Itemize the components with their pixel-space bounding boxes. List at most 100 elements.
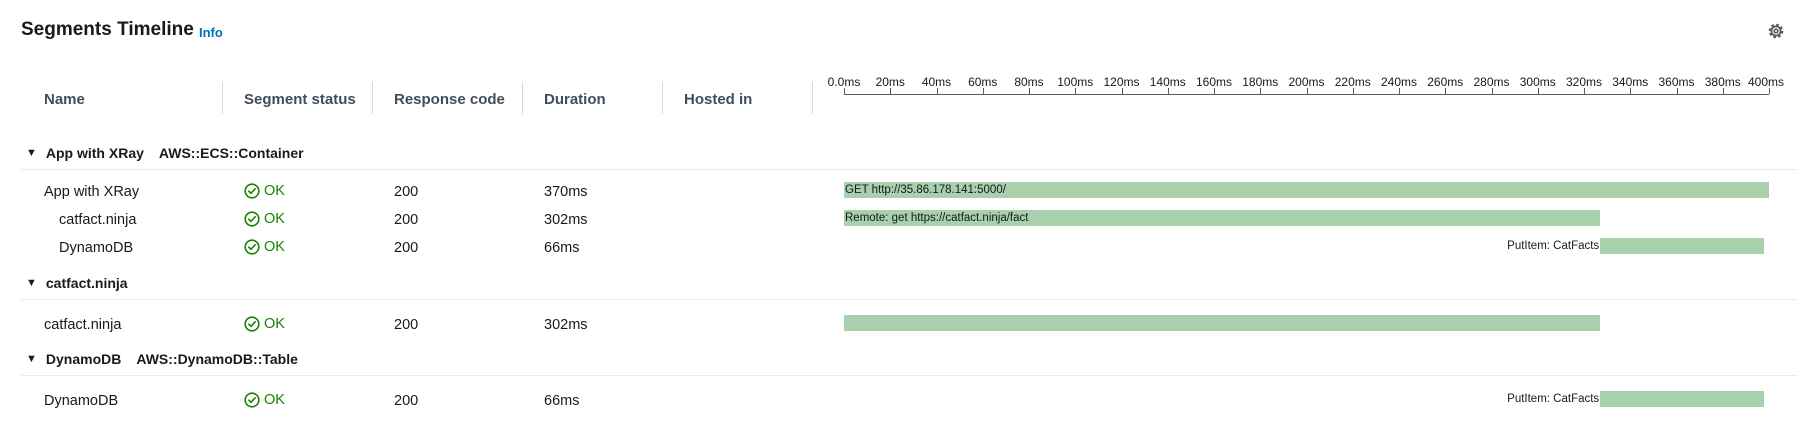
group-name: App with XRay (45, 145, 144, 161)
axis-tick-label: 260ms (1427, 75, 1464, 89)
axis-tick-mark (1676, 88, 1678, 94)
axis-tick-mark (982, 88, 984, 94)
segment-duration: 302ms (544, 212, 588, 228)
axis-tick-label: 240ms (1380, 75, 1418, 89)
ok-status-icon (244, 316, 260, 332)
axis-tick-mark (1121, 88, 1123, 94)
axis-tick-mark (1445, 88, 1447, 94)
info-link[interactable]: Info (199, 25, 223, 40)
axis-tick-mark (844, 88, 845, 94)
segment-status: OK (244, 183, 285, 199)
segment-name[interactable]: catfact.ninja (59, 212, 136, 228)
axis-line (844, 94, 1769, 95)
column-separator (522, 82, 523, 114)
segment-duration: 370ms (544, 184, 588, 200)
caret-down-icon[interactable]: ▼ (26, 147, 37, 159)
axis-tick-label: 300ms (1519, 75, 1556, 89)
axis-tick-mark (1260, 88, 1262, 94)
axis-tick-mark (1167, 88, 1169, 94)
axis-tick-mark (1306, 88, 1308, 94)
segment-status: OK (244, 239, 285, 255)
timeline-bar[interactable] (1600, 391, 1765, 407)
segment-name[interactable]: App with XRay (44, 184, 139, 200)
axis-tick-label: 120ms (1103, 75, 1140, 89)
ok-status-icon (244, 183, 260, 199)
group-divider (21, 299, 1797, 300)
axis-tick-mark (1029, 88, 1030, 94)
axis-tick-label: 80ms (1014, 75, 1044, 89)
segment-status-label: OK (264, 392, 285, 408)
group-header[interactable]: ▼ DynamoDB AWS::DynamoDB::Table (26, 348, 298, 370)
axis-tick-label: 360ms (1658, 75, 1695, 89)
axis-tick-mark (1075, 88, 1077, 94)
axis-tick-label: 400ms (1747, 75, 1785, 89)
axis-tick-mark (1584, 88, 1585, 94)
page-title: Segments Timeline (21, 19, 194, 40)
axis-tick-mark (1214, 88, 1215, 94)
axis-tick-label: 180ms (1242, 75, 1279, 89)
column-header-hosted[interactable]: Hosted in (684, 91, 752, 108)
group-header[interactable]: ▼ App with XRay AWS::ECS::Container (26, 142, 304, 164)
group-header[interactable]: ▼ catfact.ninja (26, 272, 128, 294)
group-name: DynamoDB (45, 351, 122, 367)
axis-tick-mark (1352, 88, 1354, 94)
axis-tick-mark (1722, 88, 1724, 94)
segment-name[interactable]: DynamoDB (44, 393, 118, 409)
group-divider (21, 375, 1797, 376)
axis-tick-label: 140ms (1149, 75, 1186, 89)
segment-duration: 302ms (544, 317, 588, 333)
axis-tick-label: 340ms (1612, 75, 1649, 89)
axis-tick-mark (1537, 88, 1539, 94)
axis-tick-label: 280ms (1473, 75, 1510, 89)
column-separator (372, 82, 373, 114)
axis-tick-label: 0.0ms (827, 75, 861, 89)
segment-status: OK (244, 316, 285, 332)
ok-status-icon (244, 239, 260, 255)
caret-down-icon[interactable]: ▼ (26, 353, 37, 365)
segment-name[interactable]: catfact.ninja (44, 317, 121, 333)
column-header-name[interactable]: Name (44, 91, 85, 108)
axis-tick-mark (1769, 88, 1770, 94)
ok-status-icon (244, 392, 260, 408)
segment-status-label: OK (264, 183, 285, 199)
ok-status-icon (244, 211, 260, 227)
segment-duration: 66ms (544, 393, 580, 409)
axis-tick-label: 220ms (1334, 75, 1371, 89)
settings-button[interactable] (1766, 21, 1786, 41)
timeline-bar[interactable] (1600, 238, 1765, 254)
axis-tick-mark (936, 88, 938, 94)
segment-status-label: OK (264, 316, 285, 332)
response-code: 200 (394, 393, 419, 409)
response-code: 200 (394, 212, 419, 228)
axis-tick-label: 60ms (968, 75, 998, 89)
axis-tick-mark (1630, 88, 1632, 94)
axis-tick-label: 320ms (1565, 75, 1603, 89)
column-separator (812, 82, 813, 114)
timeline-bar[interactable] (844, 315, 1601, 331)
segment-status: OK (244, 392, 285, 408)
response-code: 200 (394, 240, 419, 256)
group-divider (21, 169, 1797, 170)
segment-status-label: OK (264, 211, 285, 227)
axis-tick-mark (1399, 88, 1400, 94)
axis-tick-mark (890, 88, 892, 94)
caret-down-icon[interactable]: ▼ (26, 277, 37, 289)
axis-tick-label: 40ms (921, 75, 952, 89)
timeline-bar-label: PutItem: CatFacts (1507, 393, 1600, 405)
segment-duration: 66ms (544, 240, 580, 256)
timeline-bar-label: Remote: get https://catfact.ninja/fact (845, 212, 1029, 224)
segment-name[interactable]: DynamoDB (59, 240, 133, 256)
segment-status: OK (244, 211, 285, 227)
group-type: AWS::ECS::Container (158, 145, 304, 161)
column-separator (662, 82, 663, 114)
axis-tick-mark (1491, 88, 1493, 94)
column-header-status[interactable]: Segment status (244, 91, 356, 108)
timeline-bar-label: PutItem: CatFacts (1507, 240, 1600, 252)
axis-tick-label: 380ms (1704, 75, 1741, 89)
axis-tick-label: 100ms (1057, 75, 1094, 89)
axis-tick-label: 20ms (875, 75, 905, 89)
response-code: 200 (394, 184, 419, 200)
axis-tick-label: 200ms (1288, 75, 1325, 89)
column-header-response[interactable]: Response code (394, 91, 505, 108)
column-header-duration[interactable]: Duration (544, 91, 606, 108)
